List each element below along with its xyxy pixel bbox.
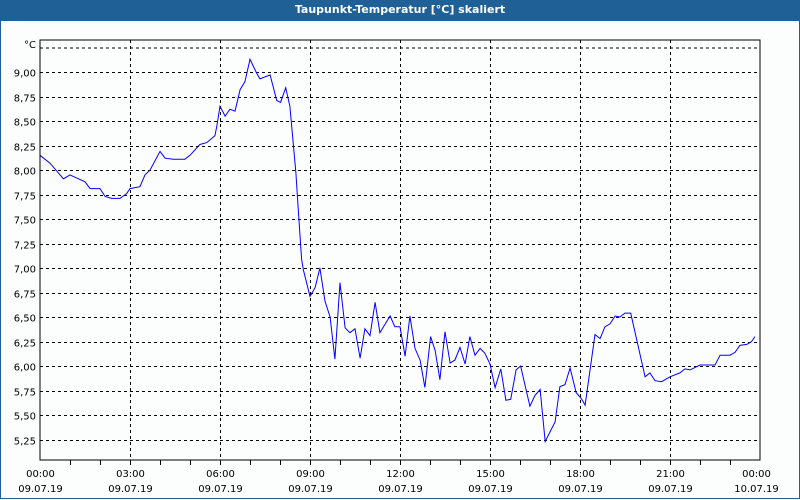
y-tick-label: 7,50 — [14, 216, 36, 227]
x-tick-date: 09.07.19 — [18, 484, 63, 495]
x-tick-time: 18:00 — [566, 469, 595, 480]
x-tick-time: 12:00 — [386, 469, 415, 480]
x-tick-time: 06:00 — [206, 469, 235, 480]
x-tick-date: 09.07.19 — [558, 484, 603, 495]
y-tick-label: 5,50 — [14, 412, 36, 423]
x-tick-time: 03:00 — [116, 469, 145, 480]
y-tick-label: 8,25 — [14, 143, 36, 154]
series-line — [39, 57, 756, 444]
x-tick-time: 15:00 — [476, 469, 505, 480]
y-tick-label: 6,75 — [14, 290, 36, 301]
y-tick-label: 8,75 — [14, 94, 36, 105]
x-tick-date: 09.07.19 — [108, 484, 153, 495]
x-tick-date: 09.07.19 — [198, 484, 243, 495]
x-tick-time: 00:00 — [742, 469, 771, 480]
x-tick-date: 09.07.19 — [378, 484, 423, 495]
x-tick-date: 10.07.19 — [734, 484, 779, 495]
y-tick-label: 8,50 — [14, 118, 36, 129]
x-tick-time: 09:00 — [296, 469, 325, 480]
y-axis: 9,00 8,75 8,50 8,25 8,00 7,75 7,50 7,25 7,00 6,75… — [14, 69, 36, 448]
x-tick-date: 09.07.19 — [648, 484, 693, 495]
y-axis-unit-label: °C — [24, 40, 36, 51]
x-tick-date: 09.07.19 — [288, 484, 333, 495]
line-chart: 9,00 8,75 8,50 8,25 8,00 7,75 7,50 7,25 7,00 6,75… — [14, 39, 779, 495]
y-tick-label: 8,00 — [14, 167, 36, 178]
x-tick-time: 21:00 — [656, 469, 685, 480]
x-axis: 00:00 09.07.19 03:00 09.07.19 06:00 09.07.19 0… — [18, 460, 779, 495]
y-tick-label: 7,25 — [14, 241, 36, 252]
y-tick-label: 5,25 — [14, 437, 36, 448]
y-tick-label: 7,00 — [14, 265, 36, 276]
series-group — [39, 57, 756, 444]
y-tick-label: 7,75 — [14, 192, 36, 203]
grid — [40, 40, 760, 460]
y-tick-label: 6,50 — [14, 314, 36, 325]
y-tick-label: 5,75 — [14, 388, 36, 399]
x-tick-time: 00:00 — [26, 469, 55, 480]
x-tick-date: 09.07.19 — [468, 484, 513, 495]
y-tick-label: 9,00 — [14, 69, 36, 80]
y-tick-label: 6,00 — [14, 363, 36, 374]
y-tick-label: 6,25 — [14, 339, 36, 350]
